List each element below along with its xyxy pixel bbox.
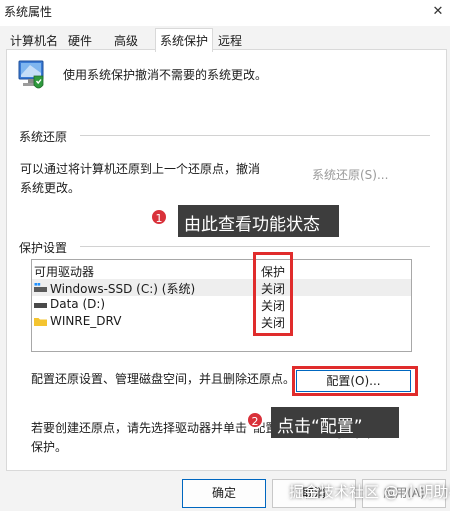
- tab-system-protection[interactable]: 系统保护: [155, 28, 214, 52]
- system-restore-description: 可以通过将计算机还原到上一个还原点，撤消系统更改。: [20, 162, 261, 195]
- drive-list[interactable]: 可用驱动器 保护 Windows-SSD (C:) (系统) 关闭 Data (…: [31, 259, 412, 352]
- tab-hardware[interactable]: 硬件: [68, 32, 92, 49]
- configure-highlight-box: [292, 366, 418, 396]
- intro-text: 使用系统保护撤消不需要的系统更改。: [63, 68, 268, 82]
- drive-row[interactable]: Data (D:) 关闭: [32, 296, 411, 313]
- tab-advanced[interactable]: 高级: [114, 32, 138, 49]
- annotation-badge-1: 1: [150, 208, 168, 226]
- system-restore-button[interactable]: 系统还原(S)...: [312, 166, 388, 183]
- protection-group-label: 保护设置: [19, 241, 68, 255]
- drive-row[interactable]: WINRE_DRV 关闭: [32, 313, 411, 330]
- configure-description: 配置还原设置、管理磁盘空间，并且删除还原点。: [31, 372, 296, 386]
- annotation-callout-2: 点击“配置”: [271, 407, 399, 438]
- tab-computer-name[interactable]: 计算机名: [10, 32, 58, 49]
- drive-name: WINRE_DRV: [50, 314, 122, 328]
- status-highlight-box: [253, 252, 293, 336]
- column-header-drive: 可用驱动器: [34, 265, 95, 279]
- annotation-callout-1: 由此查看功能状态: [178, 205, 339, 237]
- ok-button[interactable]: 确定: [182, 479, 266, 508]
- windows-drive-icon: [34, 283, 47, 292]
- annotation-text-1: 由此查看功能状态: [184, 215, 320, 235]
- shield-computer-icon: [18, 60, 44, 89]
- folder-icon: [34, 318, 47, 326]
- tab-remote[interactable]: 远程: [218, 32, 242, 49]
- drive-name: Data (D:): [50, 297, 106, 311]
- close-button[interactable]: ✕: [426, 0, 450, 24]
- tab-bar: 计算机名 硬件 高级 系统保护 远程: [0, 26, 450, 52]
- system-restore-group-label: 系统还原: [19, 130, 68, 144]
- annotation-badge-2: 2: [246, 411, 264, 429]
- drive-icon: [34, 303, 47, 308]
- drive-row[interactable]: Windows-SSD (C:) (系统) 关闭: [32, 279, 411, 296]
- watermark-text: 掘金技术社区 @ 小明助手: [289, 483, 450, 501]
- annotation-text-2: 点击“配置”: [277, 417, 363, 437]
- window-title: 系统属性: [4, 5, 53, 19]
- title-bar: 系统属性 ✕: [0, 0, 450, 26]
- protection-divider: [80, 246, 430, 247]
- drive-name: Windows-SSD (C:) (系统): [50, 282, 196, 296]
- system-restore-divider: [80, 135, 430, 136]
